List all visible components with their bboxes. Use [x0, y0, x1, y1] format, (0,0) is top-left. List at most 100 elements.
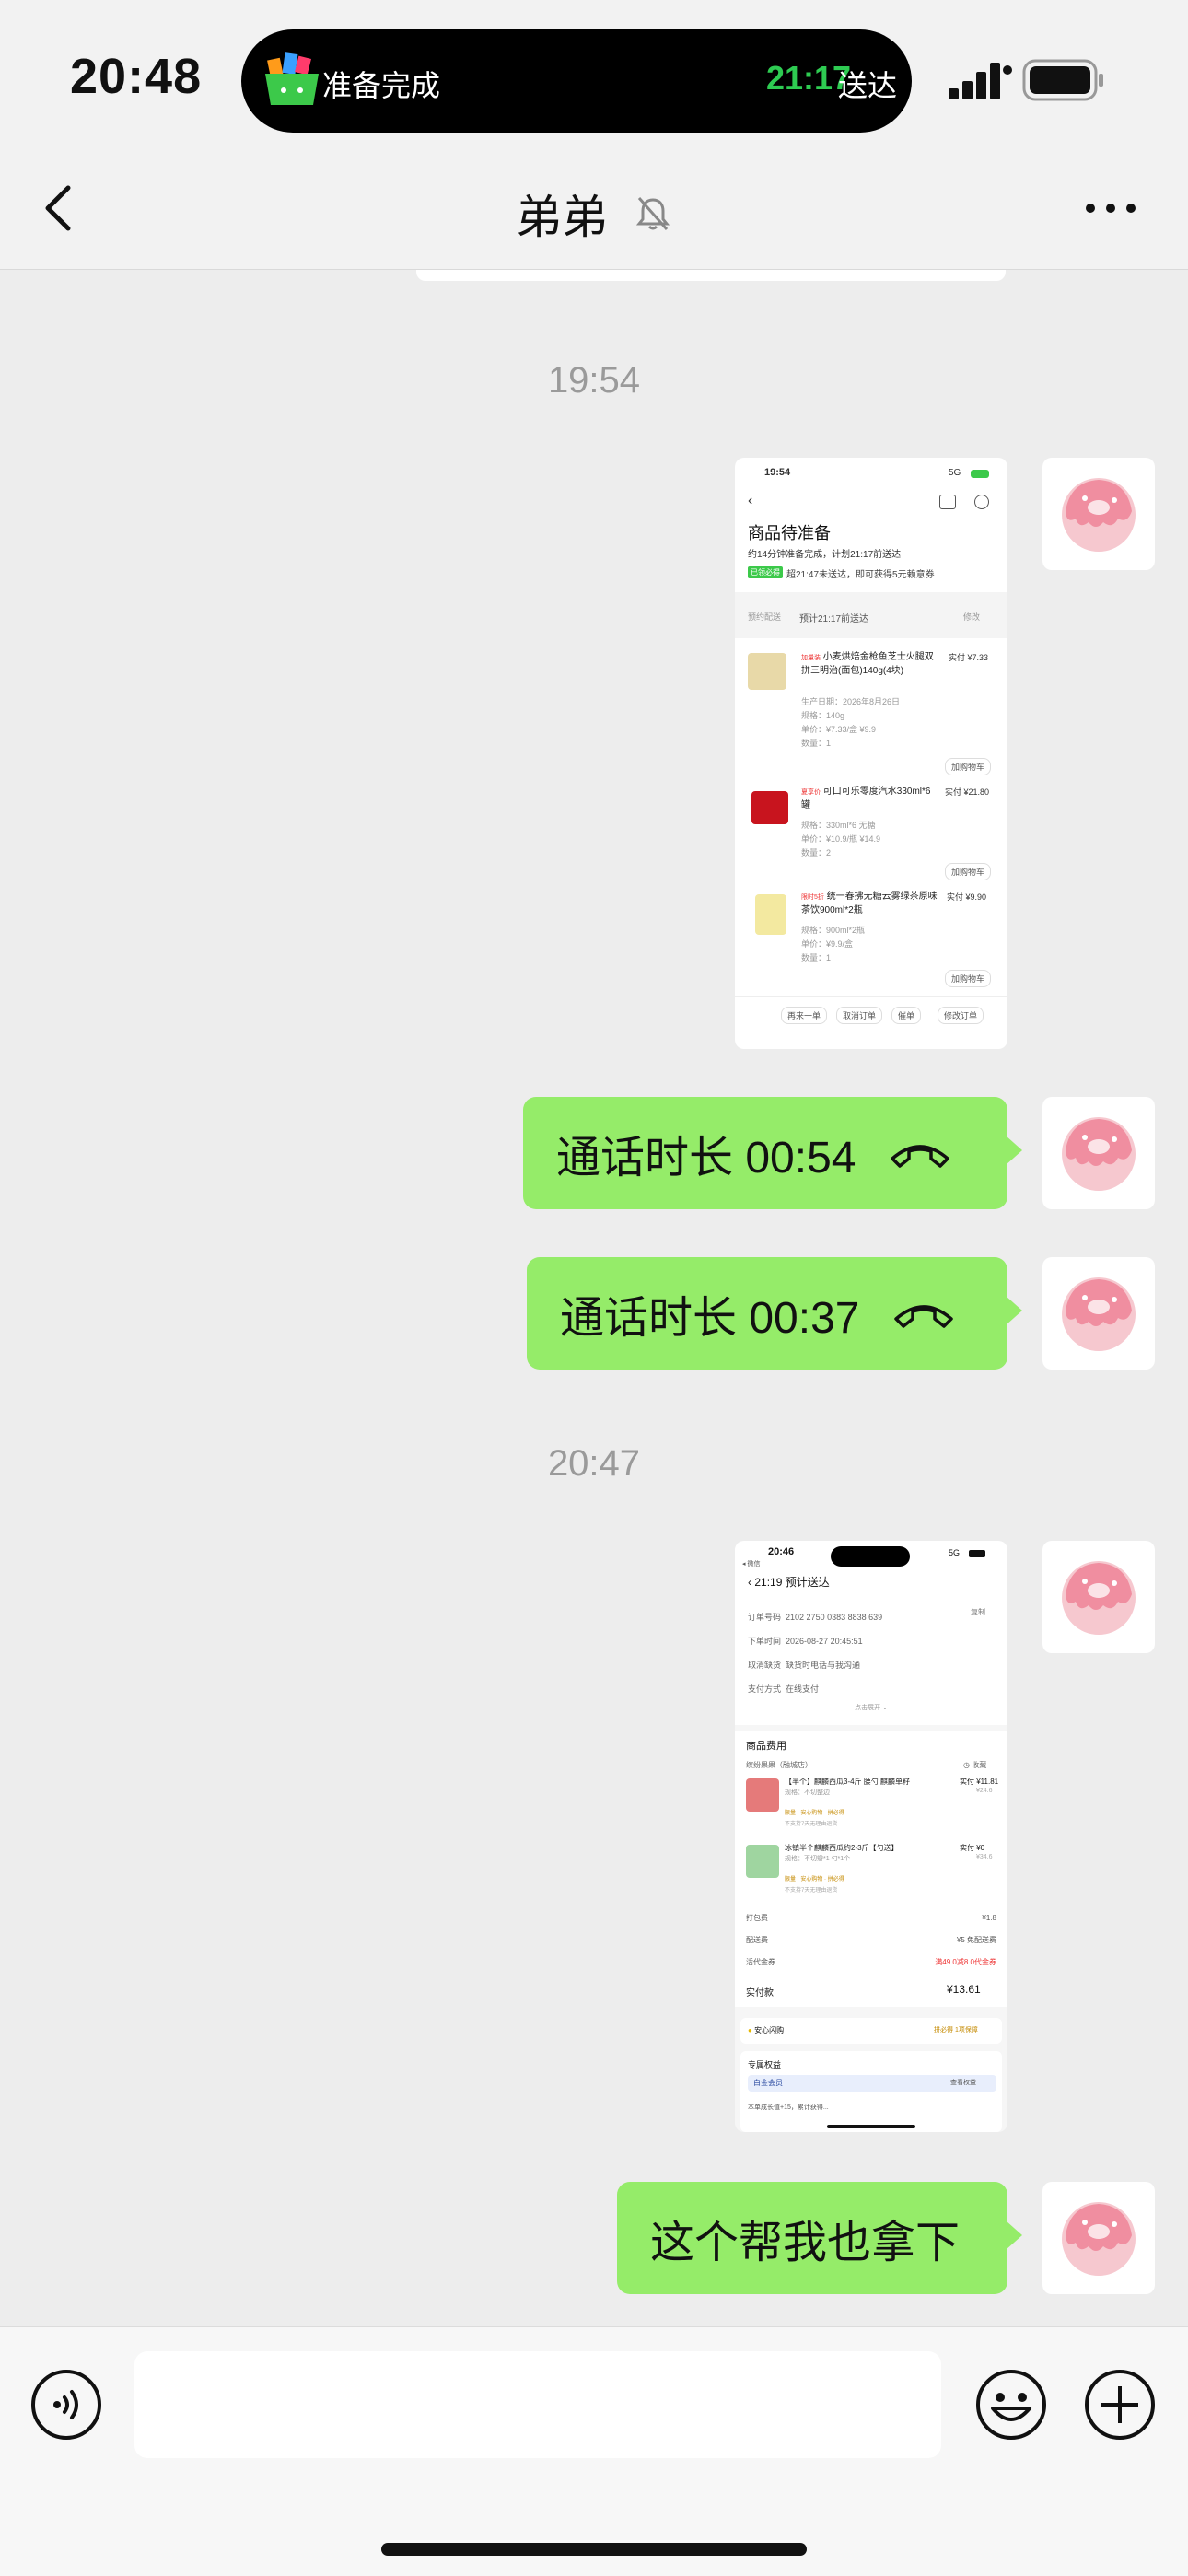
shot-modify: 修改 — [963, 612, 981, 622]
product-name: 限时5折 统一春拂无糖云雾绿茶原味茶饮900ml*2瓶 — [801, 892, 938, 915]
avatar[interactable] — [1042, 2182, 1155, 2294]
expand-label: 点击展开 ⌄ — [855, 1705, 888, 1711]
donut-avatar-image — [1062, 478, 1136, 552]
product-name: 冰镇半个麒麟西瓜约2-3斤【勺送】 — [785, 1844, 899, 1852]
assurance-right: 拼必得 1项保障 — [934, 2027, 978, 2034]
avatar[interactable] — [1042, 1097, 1155, 1209]
product-specs: 规格：330ml*6 无糖 单价：¥10.9/瓶 ¥14.9 数量：2 — [801, 821, 881, 857]
home-indicator — [381, 2543, 807, 2556]
total-label: 实付款 — [746, 1988, 774, 1999]
voice-call-record-bubble[interactable]: 通话时长 00:54 — [523, 1097, 1022, 1209]
shot-network: 5G — [949, 468, 961, 478]
mute-bell-icon — [635, 197, 670, 230]
product-price: 实付 ¥0 — [960, 1844, 985, 1852]
product-price: 实付 ¥11.81 — [960, 1778, 999, 1786]
shot-battery-icon — [971, 470, 989, 478]
shot-time: 20:46 — [768, 1546, 795, 1557]
emoji-icon[interactable] — [974, 2368, 1048, 2442]
image-message-order-screenshot[interactable]: 19:54 5G ‹ 商品待准备 约14分钟准备完成，计划21:17前送达 已领… — [735, 458, 1007, 1049]
shot-service-icon — [974, 495, 989, 509]
section-title: 商品费用 — [746, 1741, 786, 1752]
dynamic-island-live-activity[interactable]: 准备完成 21:17 送达 — [241, 29, 912, 133]
store-name: 缤纷果果（融城店） — [746, 1761, 812, 1769]
previous-image-message[interactable] — [416, 270, 1006, 281]
donut-avatar-image — [1062, 1117, 1136, 1191]
benefits-title: 专属权益 — [748, 2060, 782, 2069]
product-image — [748, 653, 786, 690]
product-price: 实付 ¥21.80 — [945, 787, 990, 797]
contact-name: 弟弟 — [516, 192, 609, 243]
shot-reserve-label: 预约配送 — [748, 612, 782, 622]
timestamp: 20:47 — [547, 1443, 641, 1484]
donut-avatar-image — [1062, 1277, 1136, 1351]
product-note: 不支持7天无理由退货 — [785, 1888, 838, 1894]
collapse-label: ◷ 收藏 — [963, 1761, 987, 1769]
member-label: 白金会员 — [753, 2079, 783, 2087]
product-name: 加量装 小麦烘焙金枪鱼芝士火腿双拼三明治(面包)140g(4块) — [801, 652, 934, 676]
avatar[interactable] — [1042, 1541, 1155, 1653]
shot-reserve-value: 预计21:17前送达 — [799, 614, 869, 624]
avatar[interactable] — [1042, 1257, 1155, 1370]
product-note: 不支持7天无理由退货 — [785, 1822, 838, 1827]
shot-back-label: ◂ 微信 — [742, 1561, 761, 1568]
product-name: 【半个】麒麟西瓜3-4斤 腰勺 麒麟单籽 — [785, 1778, 911, 1786]
fee-rows: 打包费 ¥1.8 配送费 ¥5 免配送费 活代金券 满49.0减8.0代金券 — [746, 1914, 996, 1966]
more-icon[interactable] — [1083, 199, 1138, 217]
voice-icon[interactable] — [29, 2368, 103, 2442]
plus-icon[interactable] — [1083, 2368, 1157, 2442]
urge-button: 催单 — [891, 1007, 922, 1024]
member-right: 查看权益 — [950, 2080, 976, 2086]
product-spec: 规格：不切整边 — [785, 1789, 830, 1796]
call-duration-text: 通话时长 00:37 — [560, 1294, 860, 1343]
shot-cart-icon — [939, 495, 956, 509]
product-price: 实付 ¥7.33 — [949, 653, 989, 662]
island-status-text: 准备完成 — [322, 69, 441, 102]
product-spec: 规格：不切瓣*1 勺*1个 — [785, 1856, 851, 1862]
avatar[interactable] — [1042, 458, 1155, 570]
shot-time: 19:54 — [764, 467, 791, 478]
modify-order-button: 修改订单 — [938, 1007, 984, 1024]
total-value: ¥13.61 — [947, 1983, 981, 1996]
cancel-order-button: 取消订单 — [836, 1007, 883, 1024]
phone-hangup-icon — [894, 1305, 954, 1328]
donut-avatar-image — [1062, 1561, 1136, 1635]
shot-badge: 已领必得 — [748, 566, 783, 578]
assurance-label: ● 安心闪购 — [748, 2026, 785, 2034]
delivery-app-icon — [265, 52, 319, 105]
battery-icon — [1022, 59, 1103, 101]
product-orig-price: ¥24.6 — [976, 1788, 993, 1794]
add-to-cart-button: 加购物车 — [945, 863, 992, 880]
shot-coupon-text: 超21:47未送达，即可获得5元赖意券 — [786, 570, 935, 580]
text-message-bubble[interactable]: 这个帮我也拿下 — [617, 2182, 1022, 2294]
message-text: 这个帮我也拿下 — [650, 2219, 961, 2267]
voice-call-record-bubble[interactable]: 通话时长 00:37 — [527, 1257, 1022, 1370]
order-info-rows: 订单号码 2102 2750 0383 8838 639 下单时间 2026-0… — [748, 1613, 883, 1694]
phone-hangup-icon — [891, 1145, 950, 1168]
add-to-cart-button: 加购物车 — [945, 758, 992, 775]
product-image — [755, 894, 786, 935]
chat-header: 弟弟 — [0, 147, 1188, 270]
donut-avatar-image — [1062, 2202, 1136, 2276]
product-specs: 生产日期：2026年8月26日 规格：140g 单价：¥7.33/盒 ¥9.9 数量：… — [801, 697, 901, 748]
add-to-cart-button: 加购物车 — [945, 970, 992, 987]
message-input[interactable] — [134, 2351, 941, 2458]
shot-dynamic-island — [831, 1546, 910, 1567]
status-time: 20:48 — [70, 49, 203, 104]
product-image — [746, 1845, 779, 1878]
product-tags: 限量 · 安心购物 · 拼必得 — [785, 1811, 844, 1816]
island-eta-label: 送达 — [838, 69, 898, 102]
message-list[interactable]: 19:54 19:54 5G ‹ 商品待准备 约14分钟准备完成，计划21:17… — [0, 270, 1188, 2325]
image-message-order-detail-screenshot[interactable]: 20:46 5G ◂ 微信 ‹ 21:19 预计送达 订单号码 2102 275… — [735, 1541, 1007, 2132]
product-specs: 规格：900ml*2瓶 单价：¥9.9/盒 数量：1 — [801, 926, 866, 962]
benefits-footer: 本单成长值+15，累计获得... — [748, 2104, 829, 2111]
status-bar: 20:48 准备完成 21:17 送达 — [0, 0, 1188, 147]
chat-title: 弟弟 — [0, 181, 1188, 247]
product-price: 实付 ¥9.90 — [947, 892, 987, 902]
shot-home-indicator — [827, 2125, 915, 2128]
shot-title: ‹ 21:19 预计送达 — [748, 1576, 830, 1589]
product-image — [751, 791, 788, 824]
reorder-button: 再来一单 — [781, 1007, 828, 1024]
shot-back-icon: ‹ — [748, 493, 753, 508]
shot-battery-icon — [969, 1550, 985, 1557]
timestamp: 19:54 — [547, 360, 641, 401]
